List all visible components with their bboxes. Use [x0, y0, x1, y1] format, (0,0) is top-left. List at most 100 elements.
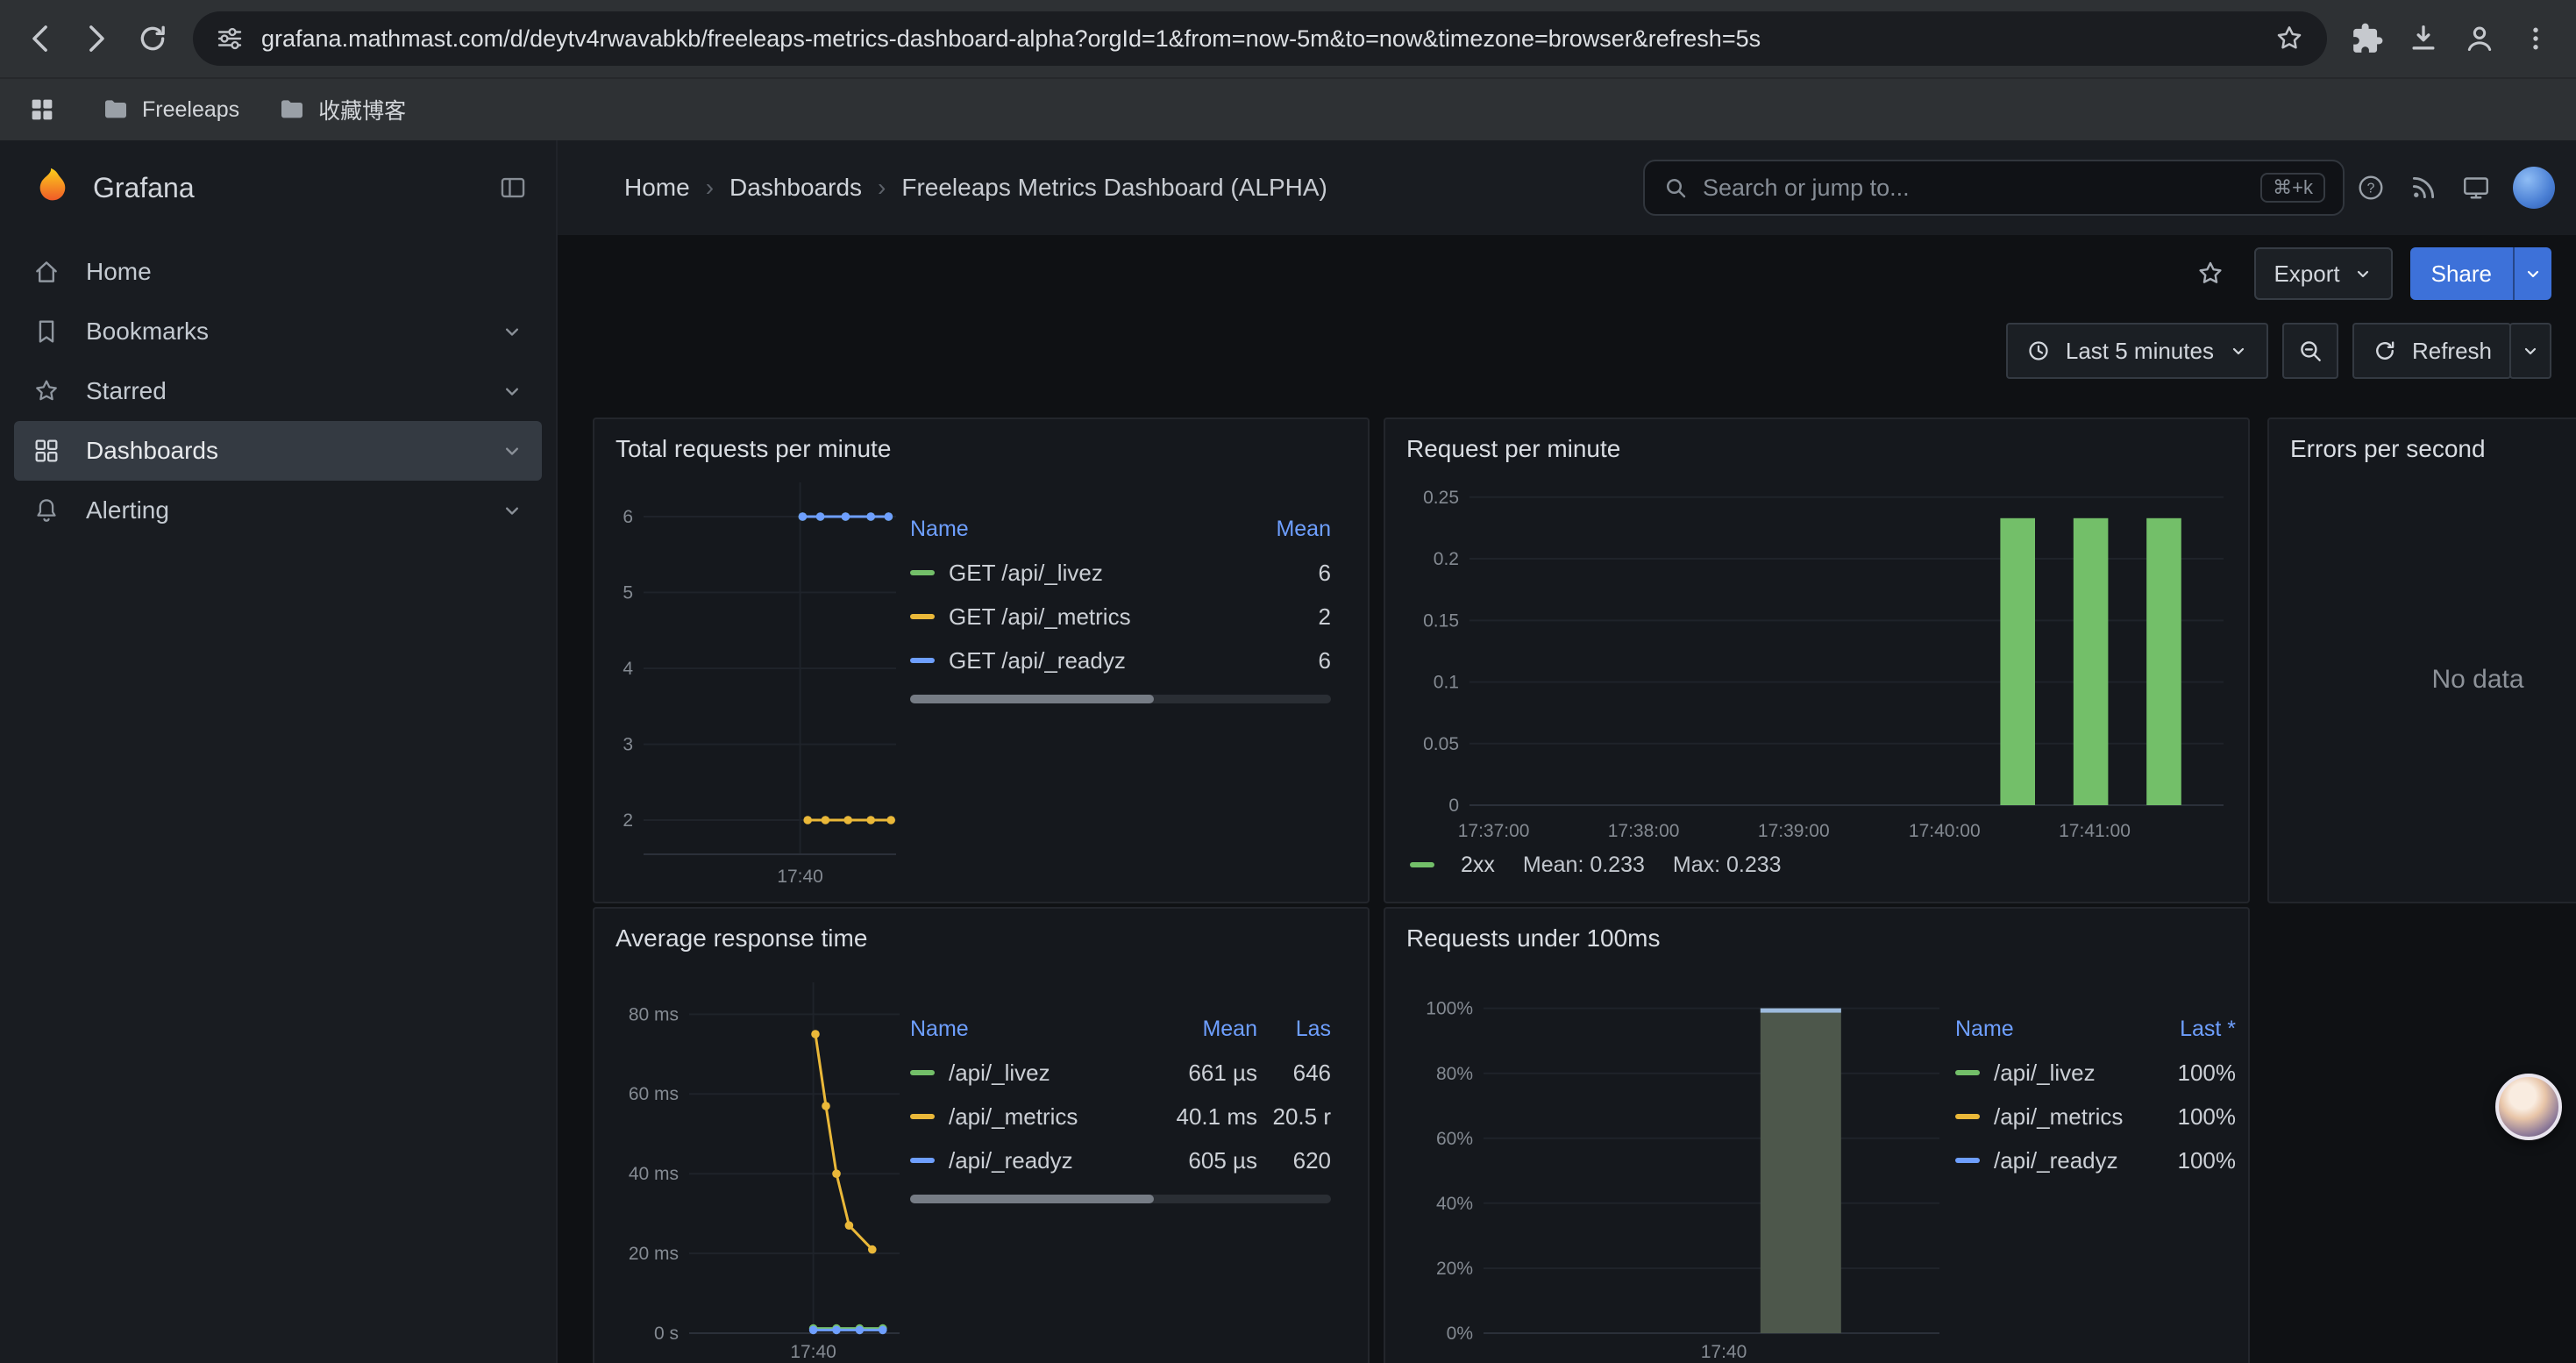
bookmark-star-icon[interactable] — [2273, 22, 2306, 55]
legend-value: 100% — [2178, 1147, 2237, 1174]
requests-under-100ms-chart[interactable]: 0%20%40%60%80%100%17:40 — [1406, 972, 1950, 1363]
extensions-button[interactable] — [2341, 12, 2394, 65]
breadcrumb-current: Freeleaps Metrics Dashboard (ALPHA) — [901, 174, 1327, 202]
reload-button[interactable] — [126, 12, 179, 65]
chevron-down-icon[interactable] — [500, 319, 524, 344]
legend-series-name[interactable]: /api/_livez — [910, 1060, 1159, 1087]
time-range-picker[interactable]: Last 5 minutes — [2006, 323, 2268, 379]
legend-series-name[interactable]: GET /api/_metrics — [910, 603, 1319, 631]
floating-avatar[interactable] — [2495, 1074, 2562, 1140]
legend-row: /api/_metrics40.1 ms20.5 r — [910, 1095, 1331, 1138]
apps-shortcut-button[interactable] — [21, 89, 63, 131]
sidebar-item-starred[interactable]: Starred — [14, 361, 542, 421]
panel-title[interactable]: Total requests per minute — [616, 435, 891, 463]
sidebar-item-bookmarks[interactable]: Bookmarks — [14, 302, 542, 361]
export-label: Export — [2274, 260, 2339, 288]
svg-text:80%: 80% — [1436, 1064, 1473, 1084]
share-menu-button[interactable] — [2513, 247, 2551, 300]
svg-text:17:40:00: 17:40:00 — [1909, 821, 1981, 841]
legend-series-name[interactable]: /api/_livez — [1955, 1060, 2178, 1087]
chevron-down-icon — [2228, 340, 2249, 361]
legend-series-name[interactable]: GET /api/_readyz — [910, 647, 1319, 674]
back-button[interactable] — [14, 12, 67, 65]
svg-text:40 ms: 40 ms — [629, 1164, 679, 1184]
sidebar-item-home[interactable]: Home — [14, 242, 542, 302]
profile-icon — [2462, 21, 2497, 56]
legend-row: GET /api/_readyz6 — [910, 639, 1331, 682]
chevron-down-icon[interactable] — [500, 379, 524, 403]
legend-header[interactable]: Last * — [2180, 1017, 2236, 1042]
browser-menu-button[interactable] — [2509, 12, 2562, 65]
legend-series-name[interactable]: /api/_readyz — [910, 1147, 1159, 1174]
zoom-out-button[interactable] — [2282, 323, 2338, 379]
forward-button[interactable] — [70, 12, 123, 65]
search-icon — [1662, 175, 1689, 201]
legend-header[interactable]: Name — [910, 1017, 1159, 1042]
legend-header[interactable]: Las — [1257, 1017, 1331, 1042]
favorite-dashboard-button[interactable] — [2184, 247, 2237, 300]
legend-series-name[interactable]: /api/_readyz — [1955, 1147, 2178, 1174]
dock-menu-button[interactable] — [498, 173, 528, 203]
legend-item[interactable]: 2xx — [1410, 853, 1495, 878]
display-button[interactable] — [2450, 161, 2502, 214]
search-box[interactable]: ⌘+k — [1643, 160, 2345, 216]
puzzle-icon — [2351, 22, 2384, 55]
svg-text:100%: 100% — [1426, 999, 1473, 1019]
site-info-icon[interactable] — [214, 23, 246, 54]
downloads-button[interactable] — [2397, 12, 2450, 65]
panel-title[interactable]: Average response time — [616, 924, 867, 953]
address-bar[interactable] — [193, 11, 2327, 66]
legend-series-name[interactable]: GET /api/_livez — [910, 560, 1319, 587]
series-color-dash — [1955, 1114, 1980, 1119]
refresh-interval-button[interactable] — [2509, 323, 2551, 379]
total-requests-chart[interactable]: 2345617:40 — [612, 468, 907, 889]
chevron-down-icon — [2352, 263, 2373, 284]
sidebar-item-dashboards[interactable]: Dashboards — [14, 421, 542, 481]
svg-text:5: 5 — [623, 582, 633, 603]
legend-row: /api/_readyz605 µs620 — [910, 1138, 1331, 1182]
panel-title[interactable]: Requests under 100ms — [1406, 924, 1661, 953]
zoom-out-icon — [2296, 337, 2324, 365]
svg-text:4: 4 — [623, 659, 633, 679]
help-icon: ? — [2355, 172, 2387, 203]
legend-table: NameMean GET /api/_livez6GET /api/_metric… — [910, 507, 1331, 703]
help-button[interactable]: ? — [2345, 161, 2397, 214]
chevron-down-icon[interactable] — [500, 498, 524, 523]
breadcrumb-dashboards[interactable]: Dashboards — [729, 174, 862, 202]
sidebar-item-label: Home — [86, 258, 152, 286]
share-button[interactable]: Share — [2410, 247, 2513, 300]
breadcrumb-home[interactable]: Home — [624, 174, 690, 202]
request-per-minute-chart[interactable]: 00.050.10.150.20.2517:37:0017:38:0017:39… — [1406, 472, 2238, 844]
legend-stat: Max: 0.233 — [1673, 853, 1782, 878]
refresh-button[interactable]: Refresh — [2352, 323, 2511, 379]
search-input[interactable] — [1703, 175, 2246, 202]
svg-text:0.2: 0.2 — [1434, 549, 1459, 569]
bookmark-folder-freeleaps[interactable]: Freeleaps — [102, 96, 239, 124]
legend-header[interactable]: Mean — [1276, 517, 1331, 542]
legend-series-name[interactable]: /api/_metrics — [1955, 1103, 2178, 1131]
legend-scrollbar[interactable] — [910, 1195, 1331, 1203]
browser-window: Freeleaps 收藏博客 Grafana — [0, 0, 2576, 1363]
user-avatar[interactable] — [2513, 167, 2555, 209]
legend-scrollbar[interactable] — [910, 695, 1331, 703]
series-color-dash — [910, 658, 935, 663]
series-color-dash — [1955, 1070, 1980, 1075]
sidebar-item-alerting[interactable]: Alerting — [14, 481, 542, 540]
average-response-time-chart[interactable]: 0 s20 ms40 ms60 ms80 ms17:40 — [612, 972, 907, 1363]
legend-series-name[interactable]: /api/_metrics — [910, 1103, 1159, 1131]
sidebar-item-label: Dashboards — [86, 437, 218, 465]
chevron-down-icon[interactable] — [500, 439, 524, 463]
legend-header[interactable]: Name — [1955, 1017, 2180, 1042]
svg-text:0: 0 — [1448, 796, 1459, 816]
profile-button[interactable] — [2453, 12, 2506, 65]
kebab-menu-icon — [2520, 23, 2551, 54]
panel-title[interactable]: Request per minute — [1406, 435, 1620, 463]
export-button[interactable]: Export — [2254, 247, 2392, 300]
url-input[interactable] — [261, 25, 2257, 53]
legend-header[interactable]: Mean — [1159, 1017, 1257, 1042]
panel-title[interactable]: Errors per second — [2290, 435, 2486, 463]
bookmark-folder-blogs[interactable]: 收藏博客 — [278, 94, 406, 125]
legend-header[interactable]: Name — [910, 517, 1276, 542]
news-button[interactable] — [2397, 161, 2450, 214]
legend-value: 6 — [1319, 560, 1331, 587]
